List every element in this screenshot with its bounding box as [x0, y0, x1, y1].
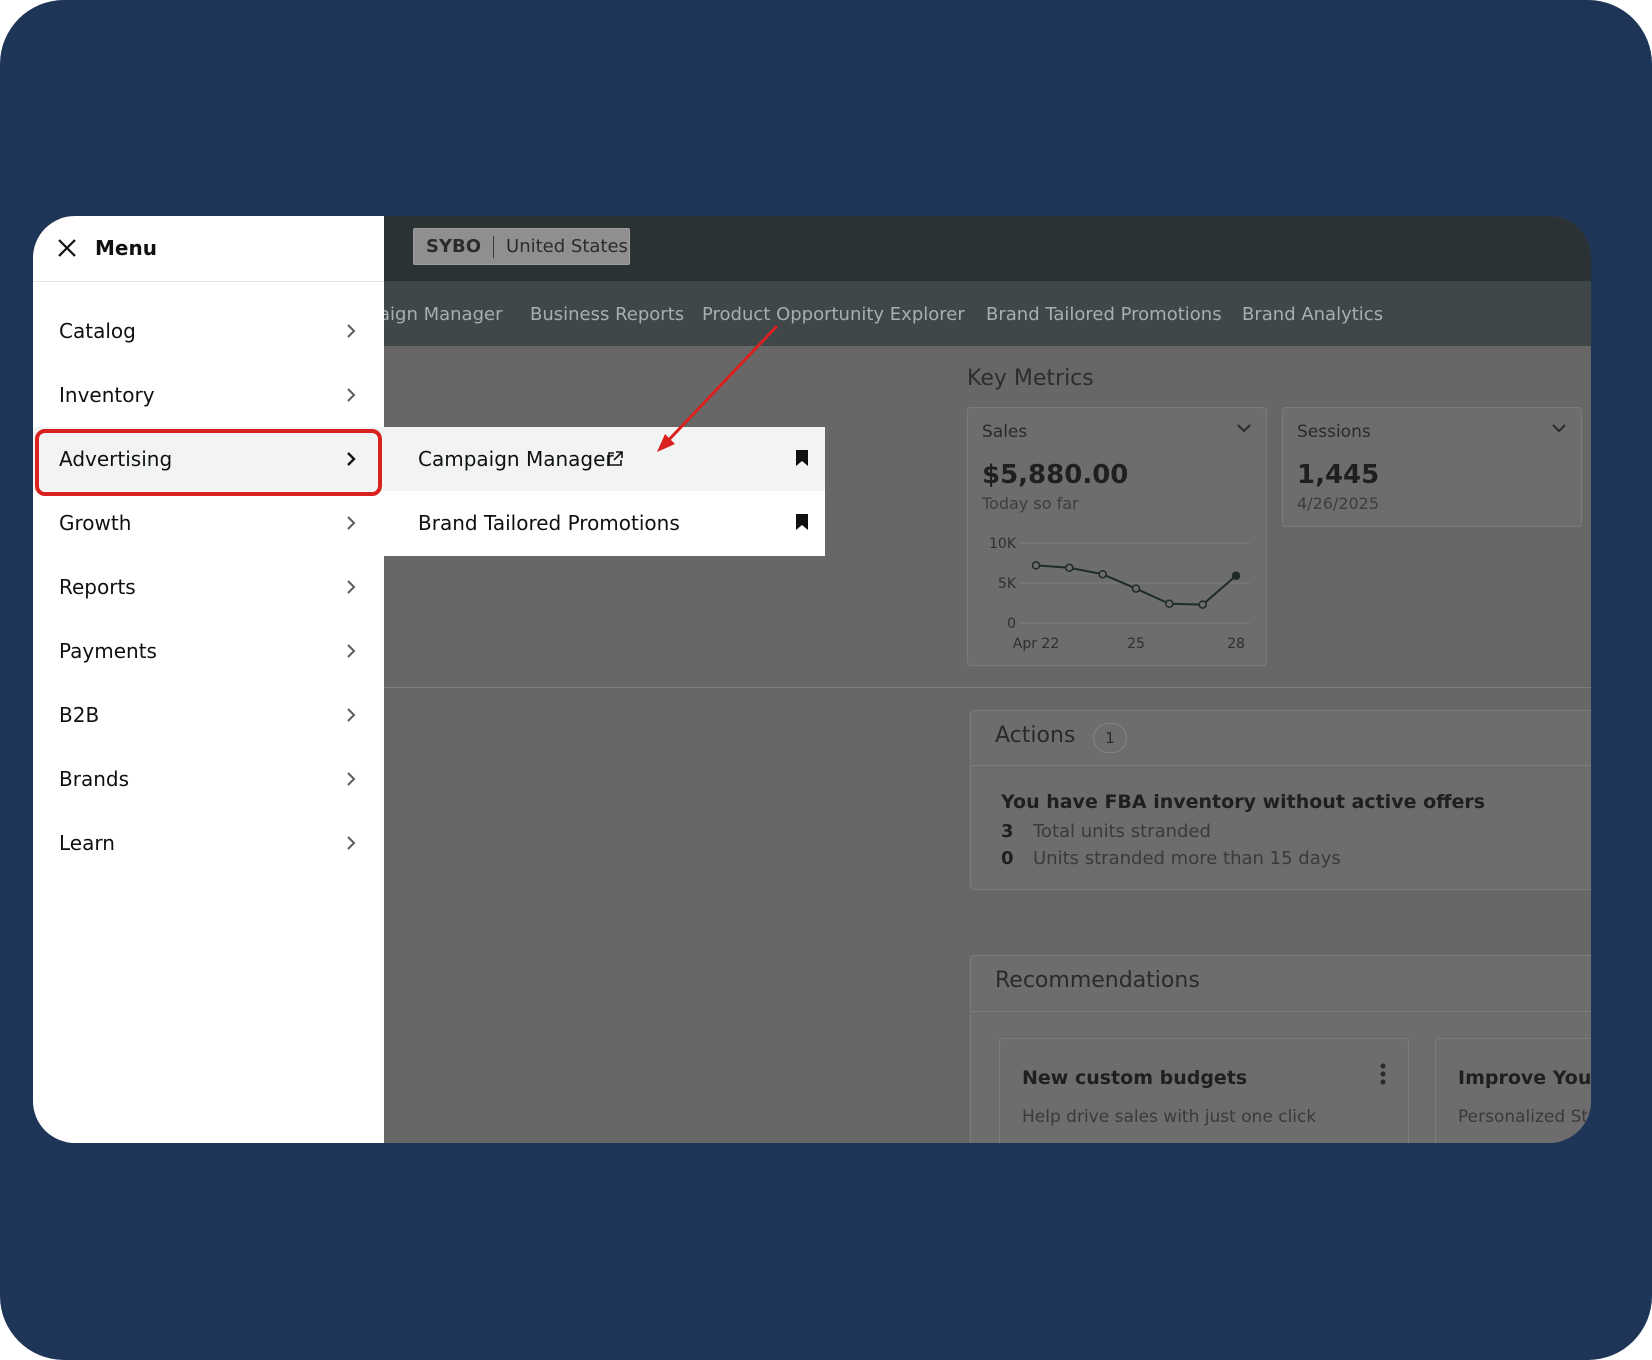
nav-link-brand-tailored-promotions[interactable]: Brand Tailored Promotions — [986, 304, 1222, 325]
menu-item-label: Brands — [59, 767, 129, 791]
sales-line-chart: 10K 5K 0 Apr 22 25 28 — [989, 536, 1250, 652]
account-divider — [493, 235, 495, 258]
data-point — [1165, 599, 1174, 609]
alert-row-label: Total units stranded — [1033, 821, 1211, 842]
chevron-right-icon — [347, 836, 356, 850]
actions-count-badge: 1 — [1093, 723, 1127, 753]
menu-item-label: Reports — [59, 575, 136, 599]
sales-card[interactable]: Sales $5,880.00 Today so far 10K 5K 0 Apr 2… — [967, 407, 1267, 666]
menu-header: Menu — [33, 216, 384, 282]
menu-item-payments[interactable]: Payments — [33, 619, 384, 683]
submenu-item-label: Campaign Manager — [418, 447, 614, 471]
menu-item-inventory[interactable]: Inventory — [33, 363, 384, 427]
bookmark-icon[interactable] — [795, 449, 809, 467]
nav-link-campaign-manager[interactable]: aign Manager — [379, 304, 503, 325]
recommendation-card[interactable]: New custom budgets Help drive sales with… — [999, 1038, 1409, 1143]
kebab-menu-icon[interactable] — [1380, 1063, 1386, 1085]
recommendation-title: Improve Your — [1458, 1067, 1591, 1089]
menu-item-label: Learn — [59, 831, 115, 855]
data-point — [1065, 563, 1074, 573]
menu-item-catalog[interactable]: Catalog — [33, 299, 384, 363]
sessions-card[interactable]: Sessions 1,445 4/26/2025 — [1282, 407, 1582, 527]
menu-item-brands[interactable]: Brands — [33, 747, 384, 811]
y-tick-label: 5K — [998, 576, 1017, 592]
menu-item-reports[interactable]: Reports — [33, 555, 384, 619]
recommendations-panel: Recommendations New custom budgets Help … — [970, 955, 1591, 1143]
marketplace-name: United States — [506, 236, 628, 257]
recommendation-desc: Help drive sales with just one click — [1022, 1107, 1317, 1127]
submenu-item-brand-tailored-promotions[interactable]: Brand Tailored Promotions — [384, 491, 825, 555]
menu-item-label: Growth — [59, 511, 132, 535]
key-metrics-title: Key Metrics — [967, 366, 1094, 391]
advertising-submenu: Campaign Manager Brand Tailored Promotio… — [384, 427, 825, 556]
submenu-item-campaign-manager[interactable]: Campaign Manager — [384, 427, 825, 491]
chevron-right-icon — [347, 324, 356, 338]
sessions-value: 1,445 — [1297, 460, 1380, 490]
data-point — [1031, 561, 1041, 570]
actions-divider — [971, 765, 1591, 766]
menu-item-growth[interactable]: Growth — [33, 491, 384, 555]
recommendations-divider — [971, 1011, 1591, 1012]
chevron-right-icon — [347, 580, 356, 594]
menu-item-b2b[interactable]: B2B — [33, 683, 384, 747]
screenshot-backdrop: SYBO United States aign Manager Business… — [0, 0, 1652, 1360]
sessions-label: Sessions — [1297, 422, 1371, 442]
submenu-item-label: Brand Tailored Promotions — [418, 511, 680, 535]
menu-item-learn[interactable]: Learn — [33, 811, 384, 875]
x-tick-label: Apr 22 — [1013, 636, 1059, 652]
menu-item-label: Inventory — [59, 383, 155, 407]
actions-title: Actions — [995, 723, 1076, 748]
chevron-right-icon — [347, 644, 356, 658]
actions-panel: Actions 1 You have FBA inventory without… — [970, 710, 1591, 890]
recommendation-title: New custom budgets — [1022, 1067, 1248, 1089]
chevron-down-icon[interactable] — [1551, 420, 1567, 436]
side-menu: Menu Catalog Inventory Advertising Growt… — [33, 216, 384, 1143]
alert-row-value: 0 — [1001, 848, 1014, 869]
alert-row: 3 Total units stranded — [1001, 821, 1211, 842]
nav-link-brand-analytics[interactable]: Brand Analytics — [1242, 304, 1383, 325]
x-tick-label: 25 — [1127, 636, 1145, 652]
external-link-icon — [608, 451, 623, 466]
recommendation-desc: Personalized Str — [1458, 1107, 1591, 1127]
chevron-right-icon — [347, 772, 356, 786]
account-switcher[interactable]: SYBO United States — [413, 228, 630, 265]
menu-item-label: Catalog — [59, 319, 136, 343]
x-tick-label: 28 — [1227, 636, 1245, 652]
alert-row-value: 3 — [1001, 821, 1014, 842]
bookmark-icon[interactable] — [795, 513, 809, 531]
content-divider — [384, 687, 1591, 688]
alert-row-label: Units stranded more than 15 days — [1033, 848, 1341, 869]
y-tick-label: 10K — [989, 536, 1017, 552]
app-window: SYBO United States aign Manager Business… — [33, 216, 1591, 1143]
y-tick-label: 0 — [1007, 616, 1016, 632]
menu-item-label: Payments — [59, 639, 157, 663]
menu-item-label: B2B — [59, 703, 100, 727]
alert-title[interactable]: You have FBA inventory without active of… — [1001, 791, 1485, 813]
data-point — [1198, 600, 1207, 609]
menu-title: Menu — [95, 236, 157, 260]
nav-link-business-reports[interactable]: Business Reports — [530, 304, 684, 325]
recommendations-title: Recommendations — [995, 968, 1200, 993]
alert-row: 0 Units stranded more than 15 days — [1001, 848, 1341, 869]
close-icon[interactable] — [55, 236, 79, 260]
store-name: SYBO — [426, 236, 482, 257]
chevron-right-icon — [347, 516, 356, 530]
sessions-sub: 4/26/2025 — [1297, 494, 1380, 513]
advertising-highlight-annotation — [35, 429, 382, 496]
data-point — [1098, 569, 1107, 579]
recommendation-card[interactable]: Improve Your Personalized Str — [1435, 1038, 1591, 1143]
chevron-right-icon — [347, 708, 356, 722]
nav-link-product-opportunity-explorer[interactable]: Product Opportunity Explorer — [702, 304, 965, 325]
chevron-right-icon — [347, 388, 356, 402]
data-point — [1231, 571, 1241, 581]
data-point — [1131, 584, 1141, 593]
